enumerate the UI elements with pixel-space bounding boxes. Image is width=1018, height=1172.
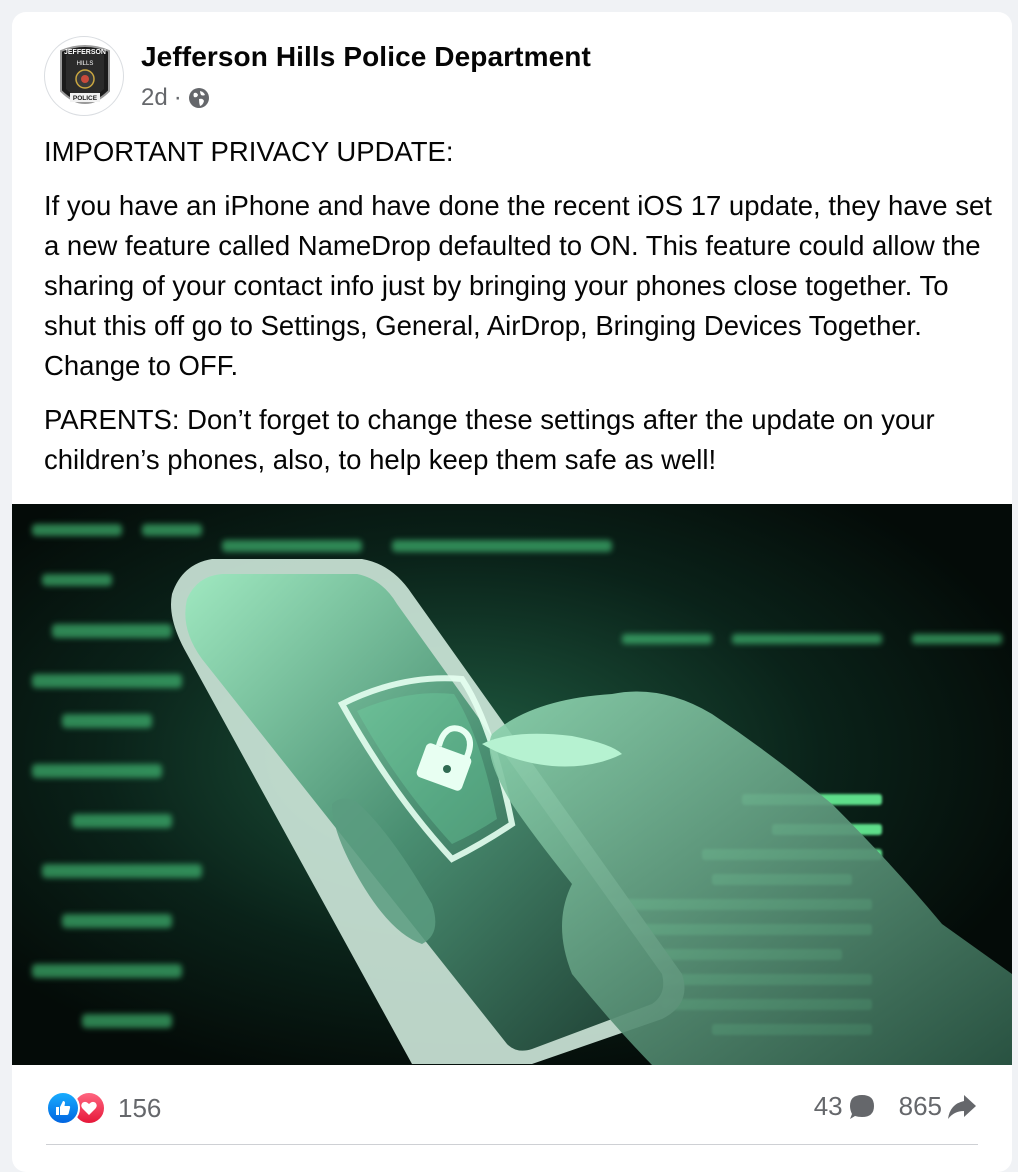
post-image[interactable] bbox=[12, 504, 1012, 1065]
post-meta: 2d · bbox=[141, 84, 210, 112]
stats-divider bbox=[46, 1144, 978, 1145]
post-paragraph-parents: PARENTS: Don’t forget to change these se… bbox=[44, 404, 935, 475]
post-paragraph-main: If you have an iPhone and have done the … bbox=[44, 190, 992, 381]
post-card: JEFFERSON HILLS POLICE Jefferson Hills P… bbox=[12, 12, 1012, 1172]
reactions-count: 156 bbox=[118, 1092, 162, 1123]
post-stats-bar: 156 43 865 bbox=[12, 1065, 1012, 1145]
globe-icon[interactable] bbox=[188, 87, 210, 109]
phone-security-illustration bbox=[12, 504, 1012, 1065]
badge-bottom-text: POLICE bbox=[73, 95, 98, 102]
shares-count: 865 bbox=[898, 1091, 942, 1121]
engagement-counts: 43 865 bbox=[792, 1091, 978, 1122]
meta-separator: · bbox=[173, 84, 182, 111]
post-paragraph-heading: IMPORTANT PRIVACY UPDATE: bbox=[44, 136, 454, 167]
badge-top-text: JEFFERSON bbox=[64, 49, 106, 56]
comments-count-button[interactable]: 43 bbox=[814, 1091, 877, 1122]
police-badge-logo: JEFFERSON HILLS POLICE bbox=[60, 45, 110, 104]
page-name-link[interactable]: Jefferson Hills Police Department bbox=[141, 41, 591, 73]
comments-count: 43 bbox=[813, 1091, 843, 1121]
share-arrow-icon bbox=[948, 1094, 976, 1119]
comment-bubble-icon bbox=[849, 1094, 874, 1119]
page-avatar[interactable]: JEFFERSON HILLS POLICE bbox=[44, 36, 124, 116]
post-body: IMPORTANT PRIVACY UPDATE: If you have an… bbox=[44, 132, 994, 494]
like-icon bbox=[46, 1091, 80, 1125]
badge-mid-text: HILLS bbox=[77, 61, 94, 67]
post-timestamp[interactable]: 2d bbox=[141, 84, 168, 112]
shares-count-button[interactable]: 865 bbox=[899, 1091, 978, 1122]
reactions-summary[interactable]: 156 bbox=[46, 1091, 161, 1125]
